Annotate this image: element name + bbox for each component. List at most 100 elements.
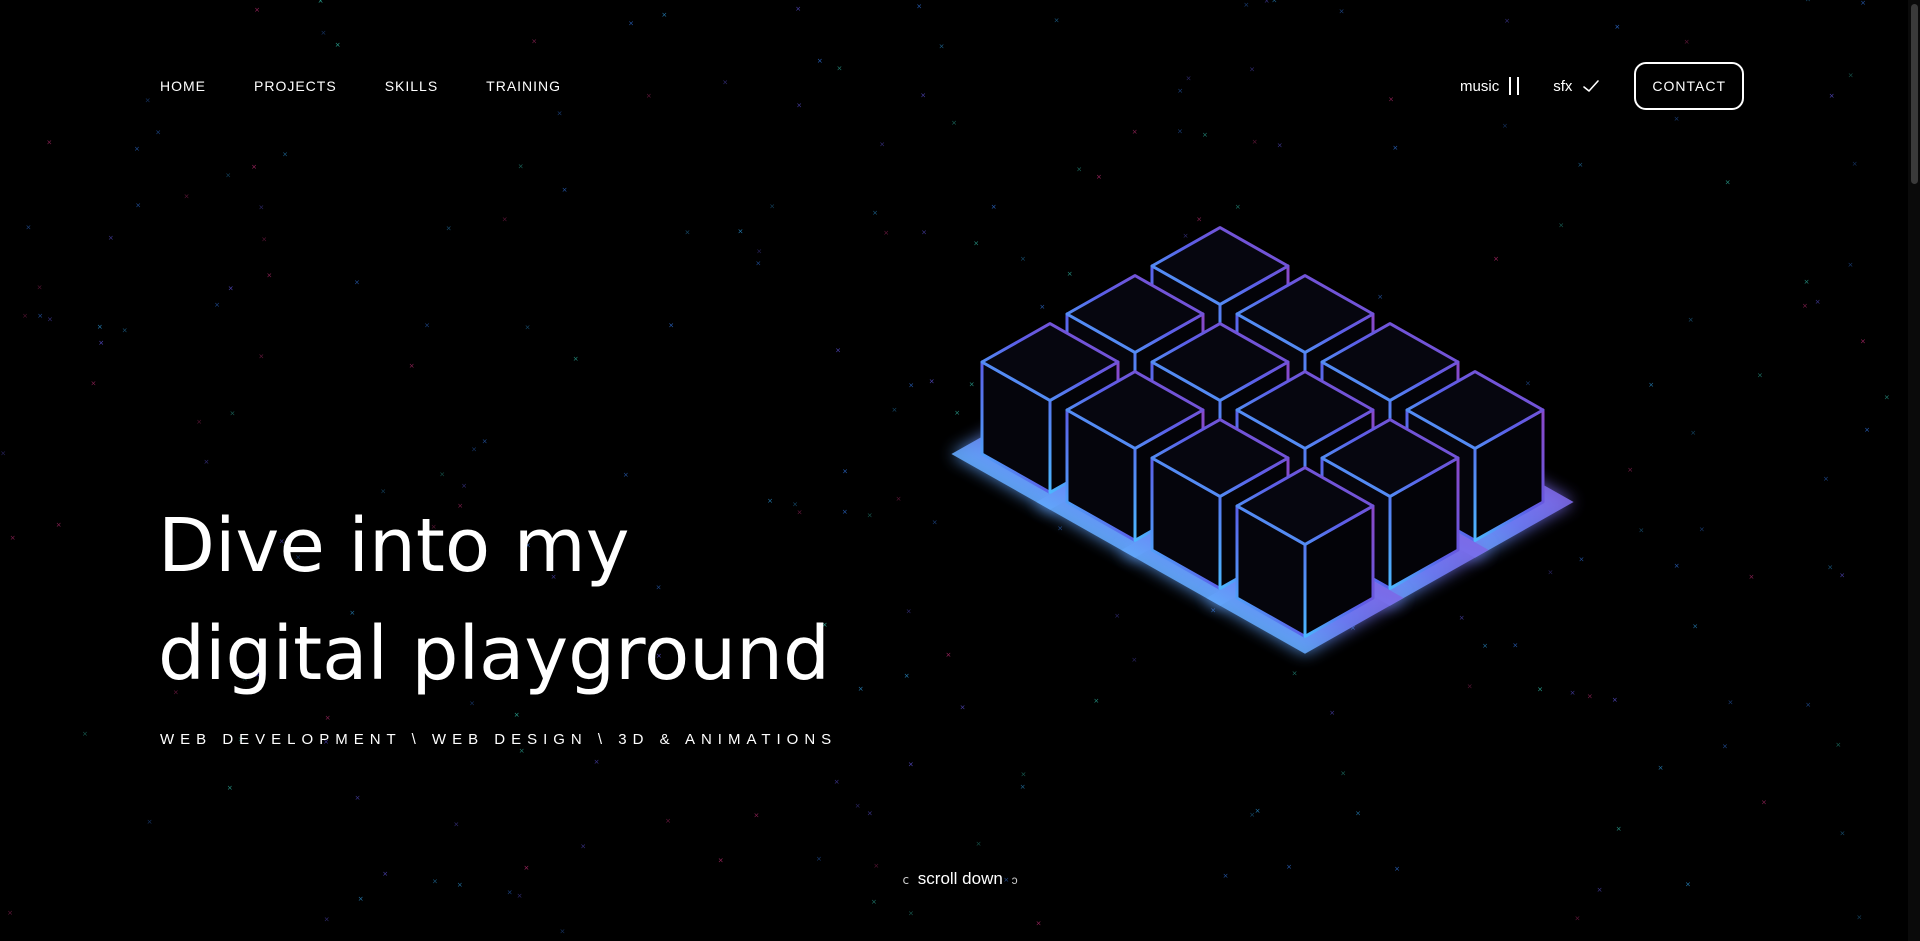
contact-button[interactable]: CONTACT <box>1634 62 1744 110</box>
svg-text:×: × <box>908 910 914 918</box>
svg-text:×: × <box>1264 0 1270 5</box>
sfx-toggle[interactable]: sfx <box>1553 78 1600 95</box>
svg-text:×: × <box>1848 72 1854 80</box>
svg-text:×: × <box>251 163 257 171</box>
svg-text:×: × <box>525 324 531 332</box>
svg-text:×: × <box>519 747 525 755</box>
svg-text:×: × <box>1616 825 1622 833</box>
svg-text:×: × <box>560 928 566 936</box>
svg-text:×: × <box>1823 475 1829 483</box>
svg-text:×: × <box>1177 87 1183 95</box>
nav-projects[interactable]: PROJECTS <box>254 64 337 108</box>
svg-text:×: × <box>557 110 563 118</box>
svg-text:×: × <box>324 916 330 924</box>
music-label: music <box>1460 77 1500 95</box>
hero-subtitle: WEB DEVELOPMENT \ WEB DESIGN \ 3D & ANIM… <box>160 731 838 748</box>
svg-text:×: × <box>1835 741 1841 749</box>
svg-text:×: × <box>916 3 922 11</box>
nav-training[interactable]: TRAINING <box>486 64 561 108</box>
svg-text:×: × <box>1255 807 1261 815</box>
isometric-cubes-illustration <box>951 226 1574 654</box>
svg-text:×: × <box>37 284 43 292</box>
svg-text:×: × <box>461 482 467 490</box>
svg-text:×: × <box>471 446 477 454</box>
music-toggle[interactable]: music <box>1460 77 1520 95</box>
check-icon <box>1583 80 1600 92</box>
svg-text:×: × <box>47 316 53 324</box>
scroll-brace-left: ⅽ <box>902 873 910 887</box>
scroll-down-link[interactable]: ⅽ scroll down ɔ <box>0 869 1920 889</box>
svg-text:×: × <box>1692 622 1698 630</box>
nav-home[interactable]: HOME <box>160 64 206 108</box>
svg-text:×: × <box>879 140 885 148</box>
svg-text:×: × <box>1339 8 1345 16</box>
svg-text:×: × <box>580 843 586 851</box>
svg-text:×: × <box>1827 564 1833 572</box>
svg-text:×: × <box>1502 122 1508 130</box>
svg-text:×: × <box>204 458 210 466</box>
svg-text:×: × <box>1648 381 1654 389</box>
svg-text:×: × <box>1674 115 1680 123</box>
main-nav: HOME PROJECTS SKILLS TRAINING <box>160 64 561 108</box>
svg-text:×: × <box>1728 698 1734 706</box>
svg-text:×: × <box>214 301 220 309</box>
scrollbar-thumb[interactable] <box>1911 4 1918 184</box>
svg-text:×: × <box>920 91 926 99</box>
svg-text:×: × <box>1802 302 1808 310</box>
svg-text:×: × <box>1840 829 1846 837</box>
svg-text:×: × <box>855 802 861 810</box>
svg-text:×: × <box>754 812 760 820</box>
svg-text:×: × <box>196 418 202 426</box>
svg-text:×: × <box>1340 769 1346 777</box>
svg-text:×: × <box>1355 809 1361 817</box>
svg-text:×: × <box>1688 316 1694 324</box>
svg-text:×: × <box>1805 0 1811 4</box>
scrollbar[interactable] <box>1908 0 1920 941</box>
svg-text:×: × <box>1852 160 1858 168</box>
svg-text:×: × <box>1388 96 1394 104</box>
svg-text:×: × <box>1804 278 1810 286</box>
svg-text:×: × <box>502 215 508 223</box>
svg-text:×: × <box>1699 526 1705 534</box>
svg-text:×: × <box>1749 573 1755 581</box>
svg-text:×: × <box>517 892 523 900</box>
svg-text:×: × <box>755 259 761 267</box>
svg-text:×: × <box>1829 92 1835 100</box>
svg-text:×: × <box>1884 393 1890 401</box>
svg-text:×: × <box>1021 771 1027 779</box>
svg-text:×: × <box>230 409 236 417</box>
svg-text:×: × <box>22 312 28 320</box>
svg-text:×: × <box>1271 0 1277 5</box>
svg-text:×: × <box>1860 337 1866 345</box>
svg-text:×: × <box>756 247 762 255</box>
sfx-label: sfx <box>1553 77 1573 95</box>
hero-title-line-1: Dive into my <box>158 503 630 589</box>
svg-text:×: × <box>258 352 264 360</box>
svg-text:×: × <box>951 119 957 127</box>
svg-text:×: × <box>816 855 822 863</box>
svg-text:×: × <box>976 840 982 848</box>
svg-text:×: × <box>321 29 327 37</box>
svg-text:×: × <box>796 102 802 110</box>
svg-text:×: × <box>1249 66 1255 74</box>
svg-text:×: × <box>266 272 272 280</box>
scroll-brace-right: ɔ <box>1011 873 1018 887</box>
svg-text:×: × <box>1186 75 1192 83</box>
svg-text:×: × <box>867 810 873 818</box>
svg-text:×: × <box>82 730 88 738</box>
svg-text:×: × <box>10 534 16 542</box>
svg-text:×: × <box>1627 466 1633 474</box>
svg-text:×: × <box>122 327 128 335</box>
svg-text:×: × <box>661 11 667 19</box>
svg-text:×: × <box>1684 38 1690 46</box>
nav-skills[interactable]: SKILLS <box>385 64 438 108</box>
svg-text:×: × <box>1722 743 1728 751</box>
svg-text:×: × <box>7 909 13 917</box>
svg-text:×: × <box>1252 138 1258 146</box>
svg-text:×: × <box>871 898 877 906</box>
svg-text:×: × <box>1132 128 1138 136</box>
svg-text:×: × <box>718 857 724 865</box>
svg-text:×: × <box>518 163 524 171</box>
svg-text:×: × <box>98 339 104 347</box>
hero-title-line-2: digital playground <box>158 611 830 697</box>
